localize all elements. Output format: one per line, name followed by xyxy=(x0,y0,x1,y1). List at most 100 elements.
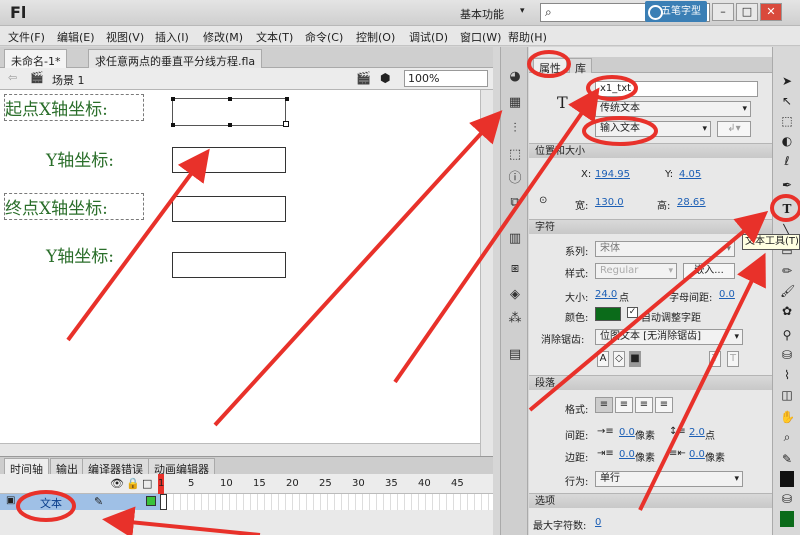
layer-name-cell[interactable]: ▣ 文本 ✎ xyxy=(0,494,160,510)
tab-untitled[interactable]: 未命名-1* xyxy=(4,49,68,68)
y1-input-box[interactable] xyxy=(172,147,286,173)
hand-icon[interactable]: ✋ xyxy=(780,409,795,425)
free-transform-icon[interactable]: ⬚ xyxy=(780,113,794,129)
lasso-icon[interactable]: ℓ xyxy=(780,153,794,169)
indent-value[interactable]: 0.0 xyxy=(619,427,635,438)
text-color-swatch[interactable] xyxy=(595,307,621,321)
library-icon[interactable]: ▥ xyxy=(507,231,523,247)
workspace-switcher[interactable]: 基本功能 xyxy=(460,6,504,22)
subscript-button[interactable]: T xyxy=(727,351,739,367)
keyframe[interactable] xyxy=(160,494,167,510)
text-type-select[interactable]: 输入文本 xyxy=(595,121,711,137)
brush-icon[interactable]: 🖌 xyxy=(780,283,795,299)
behavior-select[interactable]: 单行 xyxy=(595,471,743,487)
y2-input-box[interactable] xyxy=(172,252,286,278)
eyedropper-icon[interactable]: ⌇ xyxy=(780,367,794,383)
max-chars-value[interactable]: 0 xyxy=(595,517,601,528)
menu-edit[interactable]: 编辑(E) xyxy=(57,29,95,45)
line-spacing-value[interactable]: 2.0 xyxy=(689,427,705,438)
edit-symbols-icon[interactable]: ⬢ xyxy=(380,71,390,85)
selection-icon[interactable]: ➤ xyxy=(780,73,794,89)
menu-modify[interactable]: 修改(M) xyxy=(203,29,243,45)
bone-tool-icon[interactable]: ⚲ xyxy=(780,327,794,343)
lock-icon[interactable]: 🔒 xyxy=(126,477,140,490)
motion-presets-icon[interactable]: ◈ xyxy=(507,287,523,303)
section-position-size[interactable]: 位置和大小 xyxy=(529,143,772,158)
menu-debug[interactable]: 调试(D) xyxy=(409,29,448,45)
tab-compiler-errors[interactable]: 编译器错误 xyxy=(82,458,149,476)
superscript-button[interactable]: T xyxy=(709,351,721,367)
stroke-color-icon[interactable]: ✎ xyxy=(780,451,794,467)
pencil-icon[interactable]: ✏ xyxy=(780,263,794,279)
x-value[interactable]: 194.95 xyxy=(595,169,630,180)
tab-output[interactable]: 输出 xyxy=(50,458,84,476)
tab-properties[interactable]: 属性 xyxy=(533,58,567,75)
maximize-button[interactable]: □ xyxy=(736,3,758,21)
menu-control[interactable]: 控制(O) xyxy=(356,29,395,45)
stage-canvas[interactable]: 起点X轴坐标: Y轴坐标: 终点X轴坐标: Y轴坐标: xyxy=(0,90,480,456)
close-button[interactable]: ✕ xyxy=(760,3,782,21)
back-arrow-icon[interactable]: ⇦ xyxy=(8,71,17,84)
section-paragraph[interactable]: 段落 xyxy=(529,375,772,390)
grid-icon[interactable]: ▦ xyxy=(507,95,523,111)
layer-row[interactable]: ▣ 文本 ✎ xyxy=(0,494,493,510)
align-icon[interactable]: ⫶ xyxy=(507,121,523,137)
stage-vertical-scrollbar[interactable] xyxy=(480,90,493,456)
layer-color-swatch[interactable] xyxy=(146,496,156,506)
eraser-icon[interactable]: ◫ xyxy=(780,387,794,403)
section-character[interactable]: 字符 xyxy=(529,219,772,234)
border-toggle[interactable]: ■ xyxy=(629,351,641,367)
zoom-select[interactable]: 100% xyxy=(404,70,488,87)
font-family-select[interactable]: 宋体 xyxy=(595,241,735,257)
align-center-button[interactable]: ≡ xyxy=(615,397,633,413)
deco-icon[interactable]: ✿ xyxy=(780,303,794,319)
font-style-select[interactable]: Regular xyxy=(595,263,677,279)
stage-horizontal-scrollbar[interactable] xyxy=(0,443,480,456)
menu-help[interactable]: 帮助(H) xyxy=(508,29,547,45)
fill-color-icon[interactable]: ⛁ xyxy=(780,491,794,507)
tab-bisector-fla[interactable]: 求任意两点的垂直平分线方程.fla xyxy=(88,49,263,68)
component-icon[interactable]: ⧆ xyxy=(507,261,523,277)
link-icon[interactable]: ⊙ xyxy=(539,195,547,206)
menu-text[interactable]: 文本(T) xyxy=(256,29,293,45)
align-right-button[interactable]: ≡ xyxy=(635,397,653,413)
justify-button[interactable]: ≡ xyxy=(655,397,673,413)
subselection-icon[interactable]: ↖ xyxy=(780,93,794,109)
selectable-toggle[interactable]: A xyxy=(597,351,609,367)
chevron-down-icon[interactable]: ▾ xyxy=(520,6,525,16)
menu-view[interactable]: 视图(V) xyxy=(106,29,144,45)
width-value[interactable]: 130.0 xyxy=(595,197,624,208)
paint-bucket-icon[interactable]: ⛁ xyxy=(780,347,794,363)
instance-name-field[interactable]: x1_txt xyxy=(595,81,758,97)
fill-swatch[interactable] xyxy=(780,511,794,527)
zoom-icon[interactable]: ⌕ xyxy=(780,429,794,445)
edit-scene-icon[interactable]: 🎬 xyxy=(356,71,371,85)
info-icon[interactable]: ⓘ xyxy=(507,171,523,187)
autokern-checkbox[interactable]: ✓ xyxy=(627,307,638,318)
size-value[interactable]: 24.0 xyxy=(595,289,617,300)
left-margin-value[interactable]: 0.0 xyxy=(619,449,635,460)
embed-button[interactable]: 嵌入... xyxy=(683,263,735,279)
x1-input-box[interactable] xyxy=(171,97,289,127)
pen-icon[interactable]: ✒ xyxy=(780,177,794,193)
frame-ruler[interactable]: 👁 🔒 □ 1 5 10 15 20 25 30 35 40 45 xyxy=(0,474,493,494)
letter-spacing-value[interactable]: 0.0 xyxy=(719,289,735,300)
menu-commands[interactable]: 命令(C) xyxy=(305,29,343,45)
orientation-button[interactable]: ↲▾ xyxy=(717,121,751,137)
frame-cells[interactable] xyxy=(160,494,493,510)
menu-file[interactable]: 文件(F) xyxy=(8,29,45,45)
scene-icon[interactable]: ⧉ xyxy=(507,195,523,211)
section-options[interactable]: 选项 xyxy=(529,493,772,508)
tab-timeline[interactable]: 时间轴 xyxy=(4,458,49,476)
tab-library[interactable]: 库 xyxy=(569,58,592,75)
x2-input-box[interactable] xyxy=(172,196,286,222)
tab-motion-editor[interactable]: 动画编辑器 xyxy=(148,458,215,476)
swatches-icon[interactable]: ◕ xyxy=(507,69,523,85)
height-value[interactable]: 28.65 xyxy=(677,197,706,208)
bone-icon[interactable]: ⁂ xyxy=(507,311,523,327)
align-left-button[interactable]: ≡ xyxy=(595,397,613,413)
text-engine-select[interactable]: 传统文本 xyxy=(595,101,751,117)
outline-icon[interactable]: □ xyxy=(142,477,152,490)
anti-alias-select[interactable]: 位图文本 [无消除锯齿] xyxy=(595,329,743,345)
menu-window[interactable]: 窗口(W) xyxy=(460,29,501,45)
